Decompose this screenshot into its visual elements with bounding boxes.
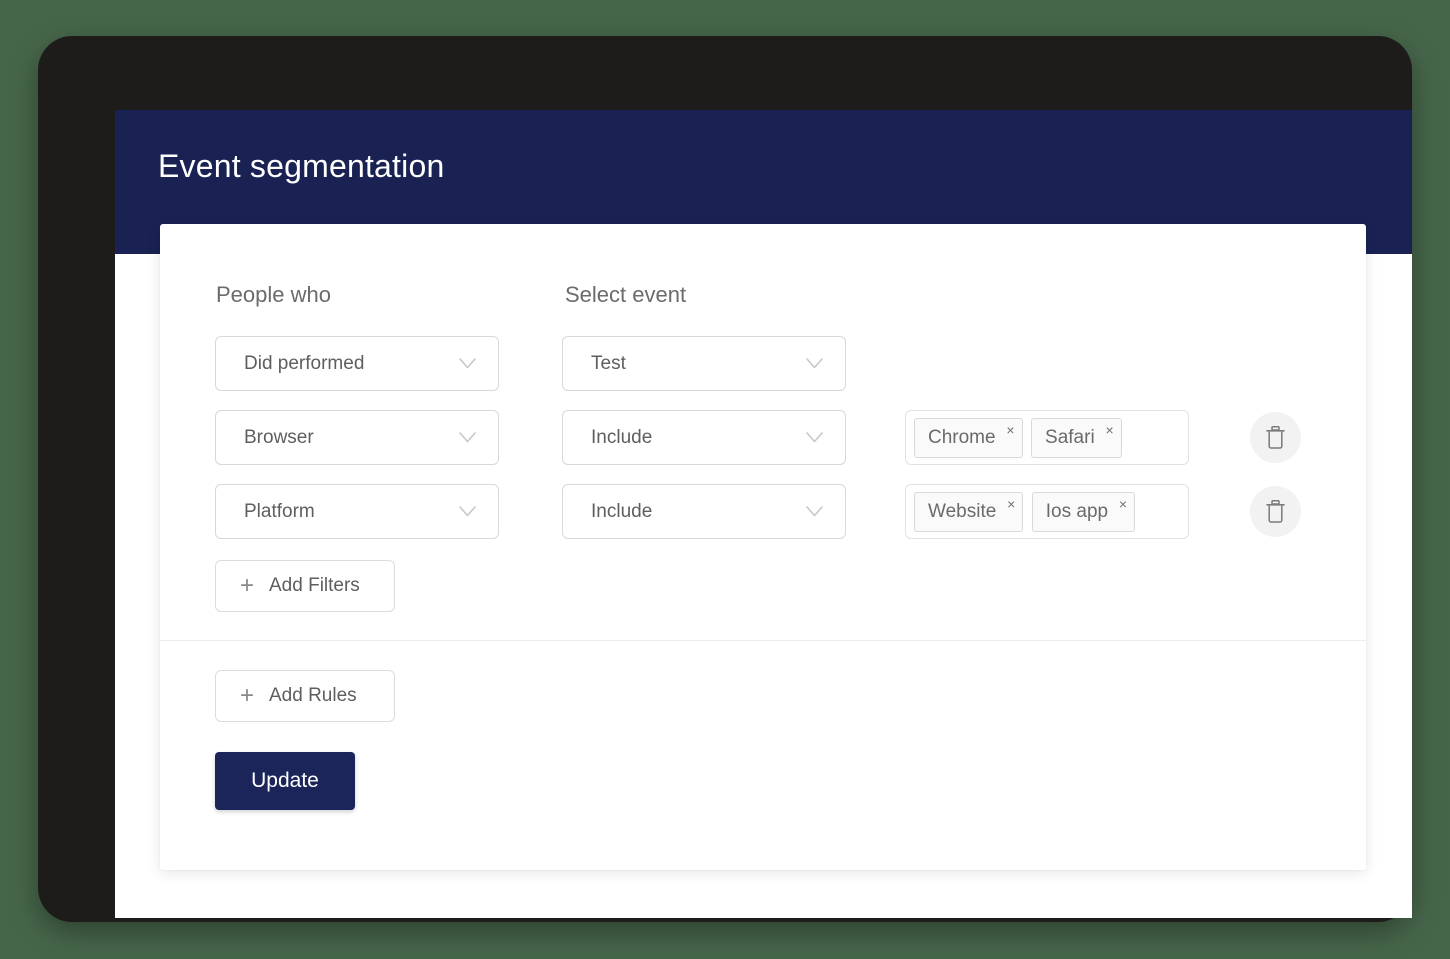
- filters-section: People who Select event Did performed Te…: [160, 224, 1366, 640]
- filter-row: Did performed Test: [160, 336, 1366, 391]
- close-icon[interactable]: ×: [1007, 497, 1015, 511]
- operator-select[interactable]: Include: [562, 484, 846, 539]
- filter-row: Browser Include Chrome × Safari ×: [160, 410, 1366, 465]
- close-icon[interactable]: ×: [1119, 497, 1127, 511]
- operator-select-value: Include: [591, 427, 653, 448]
- column-header-people-who: People who: [216, 282, 331, 307]
- tag-chip[interactable]: Chrome ×: [914, 418, 1023, 458]
- tag-chip-label: Chrome: [928, 427, 996, 448]
- close-icon[interactable]: ×: [1105, 423, 1113, 437]
- chevron-down-icon: [459, 432, 476, 443]
- chevron-down-icon: [459, 358, 476, 369]
- delete-row-button[interactable]: [1250, 412, 1301, 463]
- chevron-down-icon: [806, 432, 823, 443]
- close-icon[interactable]: ×: [1006, 423, 1014, 437]
- attribute-select[interactable]: Browser: [215, 410, 499, 465]
- event-segmentation-card: People who Select event Did performed Te…: [160, 224, 1366, 870]
- device-frame: Event segmentation People who Select eve…: [38, 36, 1412, 922]
- attribute-select-value: Browser: [244, 427, 314, 448]
- section-divider: [160, 640, 1366, 641]
- attribute-select[interactable]: Did performed: [215, 336, 499, 391]
- attribute-select-value: Did performed: [244, 353, 365, 374]
- tags-input[interactable]: Chrome × Safari ×: [905, 410, 1189, 465]
- event-select-value: Test: [591, 353, 626, 374]
- plus-icon: +: [240, 682, 255, 709]
- chevron-down-icon: [806, 506, 823, 517]
- operator-select[interactable]: Include: [562, 410, 846, 465]
- page-title: Event segmentation: [158, 148, 445, 184]
- operator-select-value: Include: [591, 501, 653, 522]
- filter-row: Platform Include Website × Ios app ×: [160, 484, 1366, 539]
- add-filters-button[interactable]: + Add Filters: [215, 560, 395, 612]
- delete-row-button[interactable]: [1250, 486, 1301, 537]
- tag-chip[interactable]: Website ×: [914, 492, 1024, 532]
- tag-chip-label: Website: [928, 501, 997, 522]
- event-select[interactable]: Test: [562, 336, 846, 391]
- tag-chip[interactable]: Safari ×: [1031, 418, 1122, 458]
- add-rules-button[interactable]: + Add Rules: [215, 670, 395, 722]
- update-button[interactable]: Update: [215, 752, 355, 810]
- attribute-select[interactable]: Platform: [215, 484, 499, 539]
- chevron-down-icon: [459, 506, 476, 517]
- column-header-select-event: Select event: [565, 282, 687, 307]
- chevron-down-icon: [806, 358, 823, 369]
- add-filters-label: Add Filters: [269, 575, 360, 596]
- add-rules-label: Add Rules: [269, 685, 357, 706]
- tags-input[interactable]: Website × Ios app ×: [905, 484, 1189, 539]
- tag-chip[interactable]: Ios app ×: [1031, 492, 1136, 532]
- tag-chip-label: Ios app: [1045, 501, 1109, 522]
- tag-chip-label: Safari: [1045, 427, 1095, 448]
- attribute-select-value: Platform: [244, 501, 315, 522]
- plus-icon: +: [240, 572, 255, 599]
